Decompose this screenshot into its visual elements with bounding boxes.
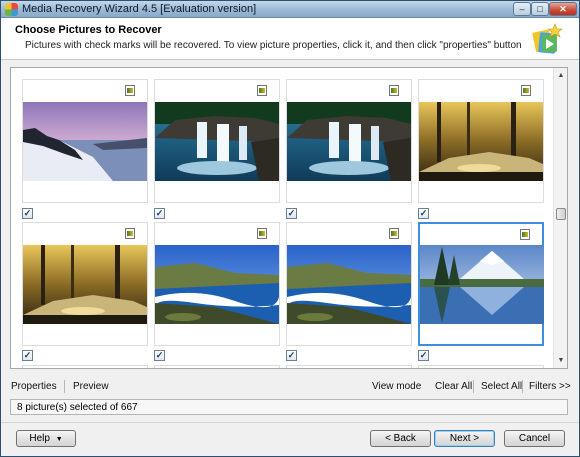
- scroll-down-arrow-icon[interactable]: ▼: [555, 354, 567, 367]
- scrollbar-thumb[interactable]: [556, 208, 566, 220]
- thumbnail[interactable]: [22, 79, 148, 203]
- file-icon: [389, 228, 399, 239]
- wizard-logo-icon: [532, 23, 563, 54]
- scroll-up-arrow-icon[interactable]: ▲: [555, 69, 567, 82]
- next-button[interactable]: Next >: [434, 430, 495, 447]
- thumbnail[interactable]: [154, 79, 280, 203]
- gallery-toolbar: Properties Preview View mode Clear All S…: [10, 377, 571, 395]
- clear-all-button[interactable]: Clear All: [435, 381, 472, 392]
- thumbnail-checkbox[interactable]: ✓: [418, 208, 429, 219]
- toolbar-separator: [473, 380, 474, 393]
- file-icon: [520, 229, 530, 240]
- toolbar-separator: [522, 380, 523, 393]
- thumbnail-checkbox[interactable]: ✓: [286, 208, 297, 219]
- properties-button[interactable]: Properties: [11, 381, 57, 392]
- file-icon: [125, 228, 135, 239]
- thumbnail-checkbox[interactable]: ✓: [154, 208, 165, 219]
- minimize-button[interactable]: –: [513, 2, 531, 16]
- picture-gallery[interactable]: ✓ ✓ ✓ ✓ ✓ ✓ ✓ ✓ ▲ ▼: [10, 67, 568, 369]
- view-mode-button[interactable]: View mode: [372, 381, 421, 392]
- thumbnail-checkbox[interactable]: ✓: [154, 350, 165, 361]
- thumbnail[interactable]: [22, 365, 148, 368]
- cancel-button[interactable]: Cancel: [504, 430, 565, 447]
- thumbnail[interactable]: [286, 79, 412, 203]
- thumbnail-image[interactable]: [23, 245, 147, 324]
- thumbnail[interactable]: [154, 365, 280, 368]
- preview-button[interactable]: Preview: [73, 381, 109, 392]
- file-icon: [389, 85, 399, 96]
- maximize-button[interactable]: □: [531, 2, 549, 16]
- file-icon: [257, 85, 267, 96]
- thumbnail[interactable]: [286, 222, 412, 346]
- file-icon: [125, 85, 135, 96]
- selection-count: 8 picture(s) selected of 667: [17, 402, 138, 413]
- help-button[interactable]: Help ▼: [16, 430, 76, 447]
- thumbnail-checkbox[interactable]: ✓: [418, 350, 429, 361]
- footer-divider: [1, 422, 579, 423]
- thumbnail[interactable]: [418, 365, 544, 368]
- thumbnail-image[interactable]: [287, 102, 411, 181]
- window-title: Media Recovery Wizard 4.5 [Evaluation ve…: [22, 3, 257, 15]
- thumbnail-image[interactable]: [155, 245, 279, 324]
- thumbnail-image[interactable]: [420, 245, 544, 324]
- thumbnail[interactable]: [154, 222, 280, 346]
- thumbnail-selected[interactable]: [418, 222, 544, 346]
- page-subtitle: Pictures with check marks will be recove…: [25, 40, 522, 51]
- thumbnail[interactable]: [286, 365, 412, 368]
- thumbnail[interactable]: [22, 222, 148, 346]
- close-button[interactable]: ✕: [549, 2, 577, 16]
- status-bar: 8 picture(s) selected of 667: [10, 399, 568, 415]
- media-recovery-window: Media Recovery Wizard 4.5 [Evaluation ve…: [0, 0, 580, 457]
- page-title: Choose Pictures to Recover: [15, 24, 162, 36]
- title-bar[interactable]: Media Recovery Wizard 4.5 [Evaluation ve…: [1, 1, 579, 18]
- wizard-header: Choose Pictures to Recover Pictures with…: [1, 18, 579, 60]
- app-icon: [5, 3, 18, 16]
- file-icon: [521, 85, 531, 96]
- dropdown-arrow-icon: ▼: [55, 436, 63, 443]
- select-all-button[interactable]: Select All: [481, 381, 522, 392]
- thumbnail[interactable]: [418, 79, 544, 203]
- gallery-scrollbar[interactable]: ▲ ▼: [553, 68, 567, 368]
- thumbnail-image[interactable]: [287, 245, 411, 324]
- thumbnail-image[interactable]: [23, 102, 147, 181]
- back-button[interactable]: < Back: [370, 430, 431, 447]
- help-label: Help: [29, 433, 50, 444]
- thumbnail-checkbox[interactable]: ✓: [22, 350, 33, 361]
- thumbnail-image[interactable]: [419, 102, 543, 181]
- thumbnail-checkbox[interactable]: ✓: [22, 208, 33, 219]
- toolbar-separator: [64, 380, 65, 393]
- file-icon: [257, 228, 267, 239]
- thumbnail-image[interactable]: [155, 102, 279, 181]
- filters-button[interactable]: Filters >>: [529, 381, 571, 392]
- thumbnail-checkbox[interactable]: ✓: [286, 350, 297, 361]
